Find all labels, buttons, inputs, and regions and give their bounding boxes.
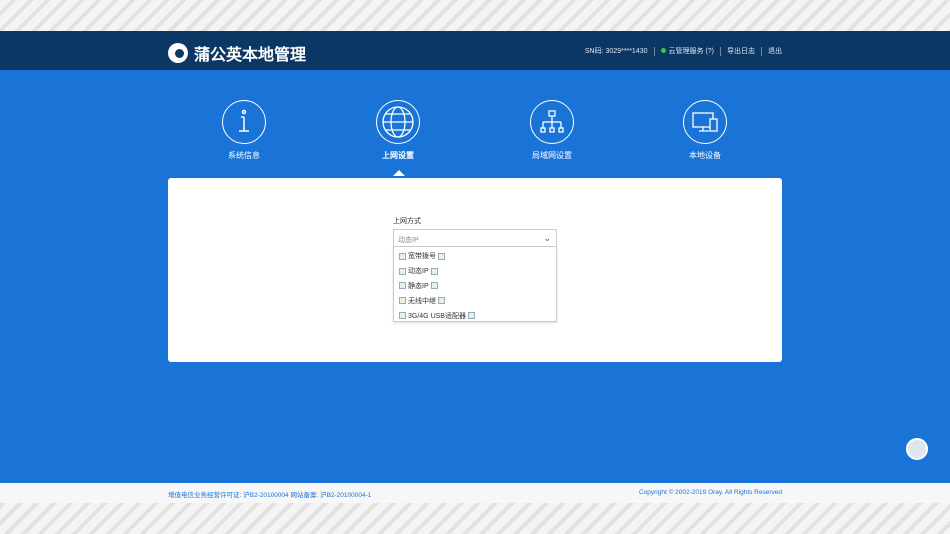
option-label: 静态IP	[408, 282, 429, 290]
devices-icon	[683, 100, 727, 144]
option-pppoe[interactable]: 宽带拨号	[394, 249, 556, 264]
option-wireless-relay[interactable]: 无线中继	[394, 293, 556, 308]
divider	[720, 46, 721, 56]
export-log-link[interactable]: 导出日志	[727, 46, 755, 56]
option-label: 动态IP	[408, 268, 429, 276]
nav-label: 本地设备	[689, 151, 721, 160]
license-text: 增值电信业务经营许可证: 沪B2-20100004 网站备案: 沪B2-2010…	[168, 492, 372, 499]
copyright-text: Copyright © 2002-2019 Oray. All Rights R…	[638, 489, 782, 496]
connection-type-label: 上网方式	[393, 218, 421, 225]
connection-type-select[interactable]: 动态IP ⌄	[393, 229, 557, 247]
selected-value: 动态IP	[398, 237, 419, 244]
option-dhcp[interactable]: 动态IP	[394, 264, 556, 279]
option-label: 无线中继	[408, 297, 436, 305]
nav-label: 上网设置	[382, 151, 414, 160]
broken-image-icon	[438, 252, 445, 260]
option-usb-modem[interactable]: 3G/4G USB适配器	[394, 308, 556, 323]
app-title: 蒲公英本地管理	[194, 47, 307, 64]
nav-local-devices[interactable]: 本地设备	[660, 100, 750, 161]
broken-image-icon	[399, 267, 406, 275]
nav-system-info[interactable]: 系统信息	[199, 100, 289, 161]
divider	[761, 46, 762, 56]
option-label: 3G/4G USB适配器	[408, 312, 466, 320]
broken-image-icon	[438, 297, 445, 305]
nav-lan-settings[interactable]: 局域网设置	[507, 100, 597, 161]
nav-internet-settings[interactable]: 上网设置	[353, 100, 443, 161]
network-icon	[530, 100, 574, 144]
nav-label: 局域网设置	[532, 151, 572, 160]
divider	[653, 46, 655, 56]
broken-image-icon	[399, 297, 406, 305]
info-icon	[222, 100, 266, 144]
option-static[interactable]: 静态IP	[394, 279, 556, 294]
broken-image-icon	[399, 282, 406, 290]
broken-image-icon	[467, 312, 475, 320]
settings-card: 上网方式 动态IP ⌄ 宽带拨号 动态IP 静态IP 无线中继 3G/4G USB…	[168, 178, 782, 362]
cloud-service-link[interactable]: 云管理服务 (?)	[660, 46, 715, 56]
broken-image-icon	[430, 282, 438, 290]
status-dot-icon	[660, 48, 666, 53]
nav-label: 系统信息	[228, 151, 260, 160]
broken-image-icon	[430, 267, 438, 275]
globe-icon	[376, 100, 420, 144]
top-bar: 蒲公英本地管理 SN码: 3029****1430 云管理服务 (?) 导出日志…	[0, 31, 950, 70]
logout-link[interactable]: 退出	[768, 46, 782, 56]
sn-label: SN码: 3029****1430	[584, 48, 648, 55]
broken-image-icon	[399, 252, 406, 260]
footer: 增值电信业务经营许可证: 沪B2-20100004 网站备案: 沪B2-2010…	[0, 483, 950, 503]
logo: 蒲公英本地管理	[168, 41, 306, 65]
broken-image-icon	[399, 312, 406, 320]
dropdown-list: 宽带拨号 动态IP 静态IP 无线中继 3G/4G USB适配器	[393, 247, 557, 322]
support-avatar-button[interactable]	[906, 438, 928, 460]
option-label: 宽带拨号	[408, 253, 436, 261]
logo-icon	[168, 43, 188, 63]
cloud-label: 云管理服务 (?)	[668, 48, 715, 55]
main-area: 系统信息 上网设置 局域网设置 本地设备 上网方式 动态IP ⌄ 宽带拨号 动态I…	[0, 70, 950, 483]
chevron-down-icon: ⌄	[543, 233, 551, 243]
active-caret	[393, 170, 405, 176]
